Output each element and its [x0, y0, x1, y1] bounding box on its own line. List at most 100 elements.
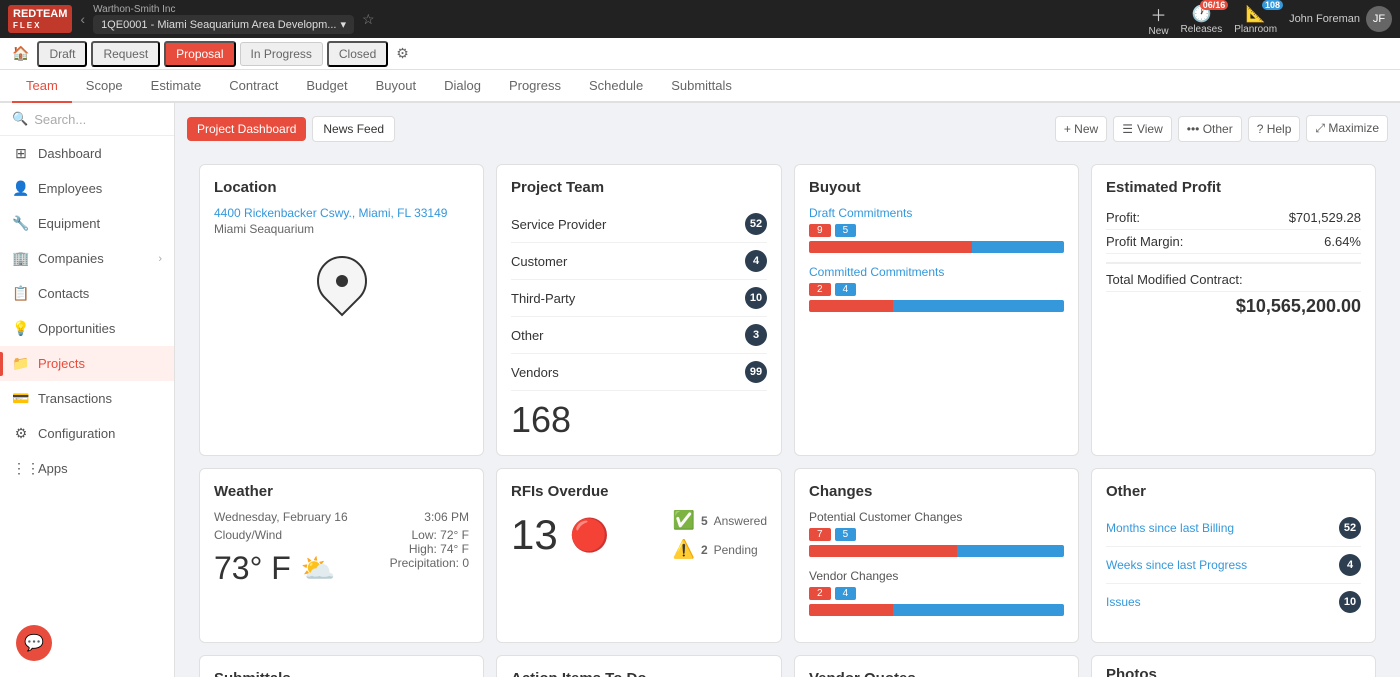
tab-submittals[interactable]: Submittals: [657, 70, 746, 103]
logo-box: REDTEAM FLEX: [8, 5, 72, 34]
weather-low: Low: 72° F: [390, 528, 469, 542]
tab-progress[interactable]: Progress: [495, 70, 575, 103]
home-icon[interactable]: 🏠: [12, 45, 29, 62]
sidebar-search[interactable]: 🔍 Search...: [0, 103, 174, 136]
draft-blue-count: 5: [835, 224, 857, 237]
tab-dialog[interactable]: Dialog: [430, 70, 495, 103]
vendor-bar: [809, 604, 1064, 616]
progress-link[interactable]: Weeks since last Progress: [1106, 558, 1339, 572]
location-address[interactable]: 4400 Rickenbacker Cswy., Miami, FL 33149: [214, 206, 469, 220]
section-tab-bar: Team Scope Estimate Contract Budget Buyo…: [0, 70, 1400, 103]
rfis-answered-row: ✅ 5 Answered: [673, 510, 767, 531]
committed-commitments-label: Committed Commitments: [809, 265, 1064, 279]
sidebar-item-companies[interactable]: 🏢 Companies ›: [0, 241, 174, 276]
releases-button[interactable]: 🕐 Releases 06/16: [1181, 4, 1223, 35]
status-tab-closed[interactable]: Closed: [327, 41, 388, 67]
logo-area: REDTEAM FLEX: [8, 5, 72, 34]
billing-link[interactable]: Months since last Billing: [1106, 521, 1339, 535]
support-chat-button[interactable]: 💬: [16, 625, 52, 661]
apps-icon: ⋮⋮: [12, 460, 30, 477]
team-count-other: 3: [745, 324, 767, 346]
project-selector[interactable]: 1QE0001 - Miami Seaquarium Area Developm…: [93, 15, 354, 34]
status-tab-bar: 🏠 Draft Request Proposal In Progress Clo…: [0, 38, 1400, 70]
weather-meta: Wednesday, February 16 3:06 PM: [214, 510, 469, 524]
back-nav-icon[interactable]: ‹: [80, 11, 85, 27]
tab-scope[interactable]: Scope: [72, 70, 137, 103]
profit-title: Estimated Profit: [1106, 179, 1361, 196]
sidebar-item-transactions[interactable]: 💳 Transactions: [0, 381, 174, 416]
team-row-other: Other 3: [511, 317, 767, 354]
help-button[interactable]: ? Help: [1248, 116, 1301, 142]
sidebar-item-opportunities[interactable]: 💡 Opportunities: [0, 311, 174, 346]
team-count-service-provider: 52: [745, 213, 767, 235]
rfis-answered-label: Answered: [714, 514, 767, 528]
location-name: Miami Seaquarium: [214, 222, 469, 236]
sidebar-item-employees[interactable]: 👤 Employees: [0, 171, 174, 206]
committed-blue-count: 4: [835, 283, 857, 296]
sidebar-item-apps[interactable]: ⋮⋮ Apps: [0, 451, 174, 486]
search-icon: 🔍: [12, 111, 28, 127]
status-tab-proposal[interactable]: Proposal: [164, 41, 235, 67]
photos-card: Photos ‹ ›: [1091, 655, 1376, 677]
photos-header: Photos: [1092, 656, 1375, 677]
rfis-side: ✅ 5 Answered ⚠️ 2 Pending: [673, 510, 767, 560]
tab-budget[interactable]: Budget: [292, 70, 361, 103]
status-tab-request[interactable]: Request: [91, 41, 160, 67]
expand-arrow-icon: ›: [158, 253, 162, 265]
tab-team[interactable]: Team: [12, 70, 72, 103]
vendor-changes-label: Vendor Changes: [809, 569, 1064, 583]
new-action-button[interactable]: + New: [1055, 116, 1107, 142]
dropdown-arrow-icon: ▾: [340, 18, 346, 31]
tab-schedule[interactable]: Schedule: [575, 70, 657, 103]
draft-bar-blue: [972, 241, 1064, 253]
draft-commitments-label: Draft Commitments: [809, 206, 1064, 220]
sidebar: 🔍 Search... ⊞ Dashboard 👤 Employees 🔧 Eq…: [0, 103, 175, 677]
weather-temp: 73° F: [214, 550, 291, 587]
sidebar-item-wrap-apps: ⋮⋮ Apps: [0, 451, 174, 486]
settings-icon[interactable]: ⚙: [396, 45, 409, 62]
rfis-answered-count: 5: [701, 514, 708, 528]
news-feed-button[interactable]: News Feed: [312, 116, 395, 142]
maximize-button[interactable]: ⤢ Maximize: [1306, 115, 1388, 142]
team-title: Project Team: [511, 179, 767, 196]
project-dashboard-button[interactable]: Project Dashboard: [187, 117, 306, 141]
sidebar-item-dashboard[interactable]: ⊞ Dashboard: [0, 136, 174, 171]
draft-bar: [809, 241, 1064, 253]
weather-high: High: 74° F: [390, 542, 469, 556]
other-button[interactable]: ••• Other: [1178, 116, 1242, 142]
tab-contract[interactable]: Contract: [215, 70, 292, 103]
vendor-changes-section: Vendor Changes 2 4: [809, 569, 1064, 616]
tab-buyout[interactable]: Buyout: [362, 70, 430, 103]
weather-date: Wednesday, February 16: [214, 510, 348, 524]
committed-bar: [809, 300, 1064, 312]
content-area: Project Dashboard News Feed + New ☰ View…: [175, 103, 1400, 677]
issues-link[interactable]: Issues: [1106, 595, 1339, 609]
customer-bar: [809, 545, 1064, 557]
tab-estimate[interactable]: Estimate: [137, 70, 216, 103]
active-indicator: [0, 352, 3, 376]
sidebar-item-wrap-employees: 👤 Employees: [0, 171, 174, 206]
status-tab-draft[interactable]: Draft: [37, 41, 87, 67]
sidebar-item-configuration[interactable]: ⚙ Configuration: [0, 416, 174, 451]
user-menu[interactable]: John Foreman JF: [1289, 6, 1392, 32]
team-count-vendors: 99: [745, 361, 767, 383]
weather-precipitation: Precipitation: 0: [390, 556, 469, 570]
status-tab-inprogress[interactable]: In Progress: [240, 42, 323, 66]
buyout-title: Buyout: [809, 179, 1064, 196]
committed-bar-blue: [893, 300, 1064, 312]
planroom-button[interactable]: 📐 Planroom 108: [1234, 4, 1277, 35]
sidebar-item-equipment[interactable]: 🔧 Equipment: [0, 206, 174, 241]
new-button[interactable]: ＋ New: [1149, 2, 1169, 37]
draft-bar-red: [809, 241, 972, 253]
topbar: REDTEAM FLEX ‹ Warthon-Smith Inc 1QE0001…: [0, 0, 1400, 38]
contract-row: Total Modified Contract:: [1106, 262, 1361, 292]
sidebar-item-wrap-configuration: ⚙ Configuration: [0, 416, 174, 451]
view-button[interactable]: ☰ View: [1113, 116, 1172, 142]
customer-bar-red: [809, 545, 957, 557]
favorite-icon[interactable]: ☆: [362, 11, 375, 28]
margin-row: Profit Margin: 6.64%: [1106, 230, 1361, 254]
sidebar-item-projects[interactable]: 📁 Projects: [0, 346, 174, 381]
sidebar-item-contacts[interactable]: 📋 Contacts: [0, 276, 174, 311]
configuration-icon: ⚙: [12, 425, 30, 442]
vendor-bar-red: [809, 604, 893, 616]
